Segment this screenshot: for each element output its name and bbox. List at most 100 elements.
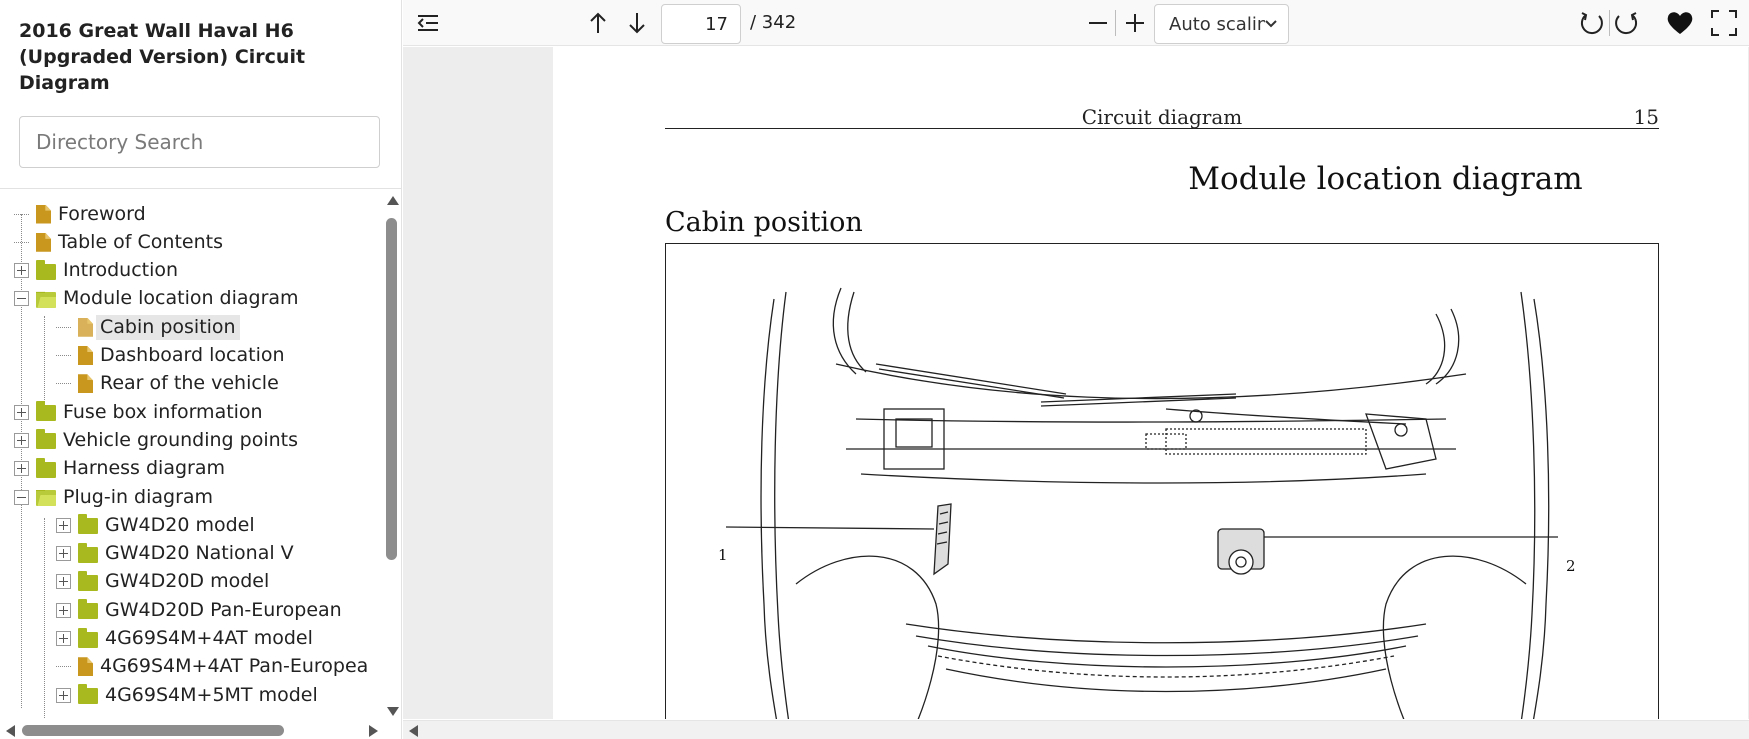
scroll-left-arrow-icon[interactable]	[409, 725, 418, 737]
sidebar-toggle-button[interactable]	[413, 6, 443, 40]
folder-icon	[78, 684, 98, 705]
zoom-scale-select[interactable]: Auto scaling	[1154, 4, 1289, 44]
tree-item-label: Dashboard location	[100, 344, 285, 366]
tree-item[interactable]: Rear of the vehicle	[56, 370, 283, 398]
arrow-up-icon	[590, 12, 606, 33]
tree-item-label: Harness diagram	[63, 457, 225, 480]
tree-connector	[14, 213, 29, 215]
collapse-icon[interactable]	[14, 489, 29, 505]
rotate-ccw-icon	[1580, 12, 1603, 35]
folder-icon	[36, 401, 56, 422]
tree-item[interactable]: Vehicle grounding points	[14, 426, 302, 454]
tree-item-label: Module location diagram	[63, 287, 299, 310]
sidebar-vertical-scrollbar[interactable]	[384, 196, 400, 716]
tree-item-label: 4G69S4M+5MT model	[105, 683, 318, 706]
tree-connector	[56, 383, 71, 385]
viewer-horizontal-scrollbar[interactable]	[403, 720, 1749, 739]
tree-item[interactable]: 4G69S4M+4AT Pan-Europea	[56, 653, 372, 681]
file-icon	[36, 232, 51, 252]
diagram-title: Module location diagram	[1188, 161, 1583, 197]
tree-item[interactable]: GW4D20D Pan-European	[56, 596, 346, 624]
scroll-down-arrow-icon[interactable]	[387, 707, 399, 716]
folder-icon	[36, 429, 56, 450]
expand-icon[interactable]	[56, 631, 71, 646]
collapse-icon[interactable]	[14, 291, 29, 307]
tree-item-label: 4G69S4M+4AT model	[105, 627, 313, 649]
scroll-left-arrow-icon[interactable]	[6, 725, 15, 737]
expand-icon[interactable]	[56, 546, 71, 562]
next-page-button[interactable]	[622, 6, 652, 40]
sidebar: 2016 Great Wall Haval H6 (Upgraded Versi…	[0, 0, 402, 739]
tree-item-label: 4G69S4M+4AT Pan-Europea	[100, 655, 369, 678]
folder-icon	[36, 457, 56, 478]
tree-item-label: Plug-in diagram	[63, 485, 214, 508]
expand-icon[interactable]	[56, 602, 71, 618]
tree-item-label: Foreword	[58, 202, 146, 225]
tree-item[interactable]: GW4D20 National V	[56, 540, 298, 568]
scroll-right-arrow-icon[interactable]	[369, 725, 378, 737]
tree-guide-line	[44, 518, 45, 718]
rotate-counterclockwise-button[interactable]	[1577, 6, 1607, 40]
sidebar-divider	[0, 188, 401, 189]
folder-open-icon	[36, 291, 56, 308]
expand-icon[interactable]	[14, 404, 29, 420]
sidebar-toggle-icon	[417, 15, 438, 31]
callout-label: 2	[1566, 557, 1576, 575]
zoom-in-button[interactable]	[1120, 6, 1150, 40]
chevron-down-icon	[1265, 20, 1277, 28]
tree-item[interactable]: Dashboard location	[56, 342, 289, 370]
pdf-viewer-app: 2016 Great Wall Haval H6 (Upgraded Versi…	[0, 0, 1749, 739]
page-header: Circuit diagram 15	[665, 105, 1659, 129]
rotate-clockwise-button[interactable]	[1611, 6, 1641, 40]
tree-item[interactable]: Plug-in diagram	[14, 483, 217, 511]
tree-item[interactable]: Foreword	[14, 200, 150, 228]
document-title: 2016 Great Wall Haval H6 (Upgraded Versi…	[19, 20, 306, 94]
tree-item[interactable]: Fuse box information	[14, 398, 267, 426]
diagram-frame: 1 2	[665, 243, 1659, 719]
zoom-scale-value: Auto scaling	[1169, 13, 1265, 35]
tree-item[interactable]: 4G69S4M+5MT model	[56, 681, 322, 709]
zoom-out-button[interactable]	[1083, 6, 1113, 40]
expand-icon[interactable]	[56, 687, 71, 703]
tree-item[interactable]: Introduction	[14, 257, 182, 285]
tree-item[interactable]: Cabin position	[56, 313, 240, 341]
document-viewer[interactable]: Circuit diagram 15 Module location diagr…	[403, 47, 1749, 719]
scroll-up-arrow-icon[interactable]	[387, 196, 399, 205]
tree-item[interactable]: GW4D20D model	[56, 568, 273, 596]
folder-icon	[78, 599, 98, 620]
folder-icon	[36, 259, 56, 280]
tree-item-label: Introduction	[63, 259, 179, 282]
tree-item[interactable]: GW4D20 model	[56, 511, 259, 539]
directory-search-input[interactable]	[19, 116, 380, 168]
tree-connector	[56, 666, 71, 668]
expand-icon[interactable]	[14, 461, 29, 477]
sidebar-horizontal-scrollbar[interactable]	[0, 722, 384, 738]
tree-item[interactable]: 4G69S4M+4AT model	[56, 625, 317, 653]
tree-connector	[14, 241, 29, 243]
previous-page-button[interactable]	[583, 6, 613, 40]
tree-item[interactable]: Table of Contents	[14, 228, 227, 256]
tree-item[interactable]: Module location diagram	[14, 285, 303, 313]
scrollbar-thumb[interactable]	[22, 725, 284, 736]
scrollbar-thumb[interactable]	[386, 218, 397, 560]
folder-icon	[78, 514, 98, 535]
pdf-page: Circuit diagram 15 Module location diagr…	[553, 47, 1748, 719]
directory-tree: Foreword Table of Contents Introduction Mod…	[0, 200, 384, 720]
expand-icon[interactable]	[14, 263, 29, 279]
folder-icon	[78, 627, 98, 648]
favorite-button[interactable]	[1663, 6, 1697, 40]
fullscreen-button[interactable]	[1707, 6, 1741, 40]
tree-item-label: Fuse box information	[63, 400, 263, 423]
expand-icon[interactable]	[56, 574, 71, 590]
arrow-down-icon	[629, 13, 645, 34]
tree-item[interactable]: Harness diagram	[14, 455, 229, 483]
file-icon	[78, 374, 93, 394]
tree-item-label: GW4D20 National V	[105, 542, 294, 565]
zoom-in-icon	[1126, 14, 1144, 32]
tree-item-label: Rear of the vehicle	[100, 372, 279, 395]
page-header-title: Circuit diagram	[1081, 105, 1243, 129]
tree-connector	[56, 355, 71, 356]
expand-icon[interactable]	[56, 517, 71, 533]
expand-icon[interactable]	[14, 432, 29, 448]
page-number-input[interactable]	[661, 4, 741, 44]
